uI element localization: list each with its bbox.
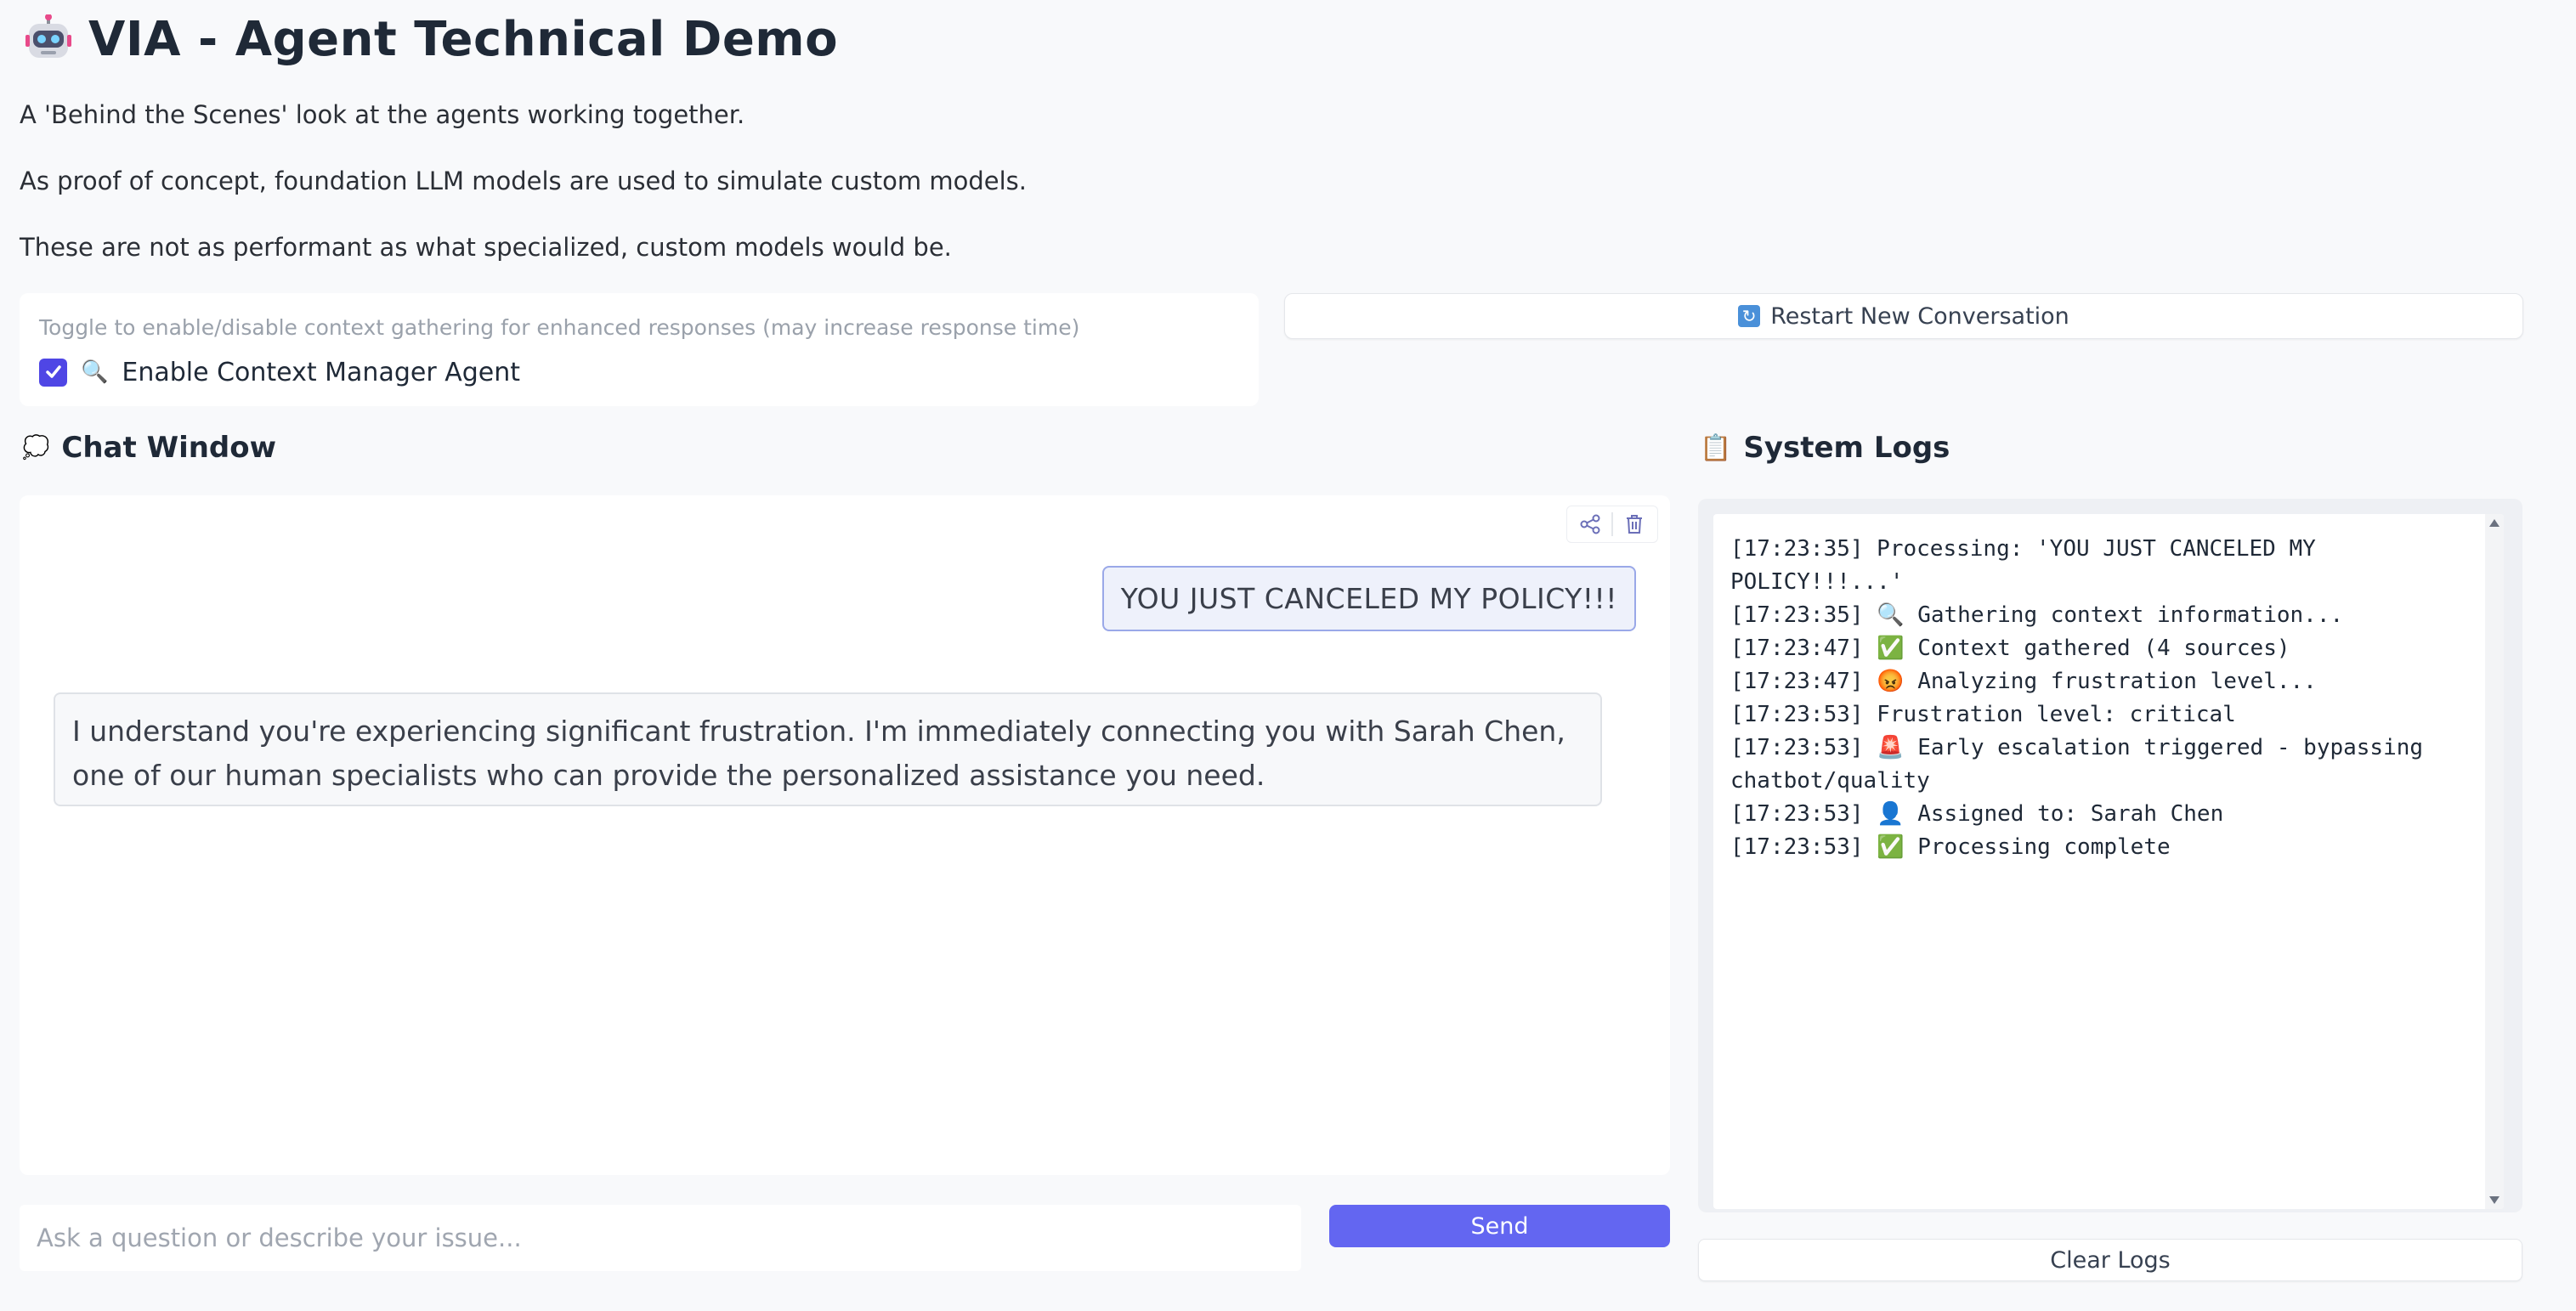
logs-scrollbar[interactable] [2485,514,2504,1209]
description-line: These are not as performant as what spec… [20,233,952,262]
share-icon[interactable] [1576,510,1605,539]
assistant-message: I understand you're experiencing signifi… [54,692,1602,806]
description-line: A 'Behind the Scenes' look at the agents… [20,100,745,129]
context-toggle-row[interactable]: 🔍 Enable Context Manager Agent [39,357,520,387]
trash-icon[interactable] [1620,510,1649,539]
user-message: YOU JUST CANCELED MY POLICY!!! [1101,566,1636,631]
scroll-down-icon[interactable] [2489,1196,2500,1204]
chat-window-heading: 💭 Chat Window [22,431,276,465]
check-icon [45,365,61,378]
page-title: VIA - Agent Technical Demo [88,11,839,67]
context-manager-label[interactable]: Enable Context Manager Agent [122,358,520,387]
chat-toolbar [1566,506,1658,543]
system-logs-heading: 📋 System Logs [1700,431,1950,465]
system-logs-title: System Logs [1743,431,1950,465]
send-button[interactable]: Send [1329,1205,1670,1247]
system-logs-panel: [17:23:35] Processing: 'YOU JUST CANCELE… [1698,499,2522,1212]
chat-window[interactable]: YOU JUST CANCELED MY POLICY!!! I underst… [20,495,1670,1175]
robot-icon [25,14,71,58]
speech-bubble-icon: 💭 [22,435,50,461]
restart-conversation-button[interactable]: ↻ Restart New Conversation [1284,293,2523,339]
title-row: VIA - Agent Technical Demo [24,11,839,67]
description-line: As proof of concept, foundation LLM mode… [20,167,1027,195]
magnifier-icon: 🔍 [81,359,109,385]
clipboard-icon: 📋 [1700,432,1732,463]
context-toggle-panel: Toggle to enable/disable context gatheri… [20,293,1259,406]
context-toggle-hint: Toggle to enable/disable context gatheri… [39,315,1080,340]
clear-logs-button[interactable]: Clear Logs [1698,1239,2522,1281]
chat-input[interactable] [20,1205,1301,1271]
scroll-up-icon[interactable] [2489,519,2500,527]
chat-window-title: Chat Window [61,431,277,465]
refresh-icon: ↻ [1738,305,1761,327]
toolbar-divider [1611,512,1613,536]
system-logs-box[interactable]: [17:23:35] Processing: 'YOU JUST CANCELE… [1713,514,2504,1209]
context-manager-checkbox[interactable] [39,358,67,387]
restart-conversation-label: Restart New Conversation [1770,302,2069,330]
system-logs-text: [17:23:35] Processing: 'YOU JUST CANCELE… [1730,536,2424,860]
